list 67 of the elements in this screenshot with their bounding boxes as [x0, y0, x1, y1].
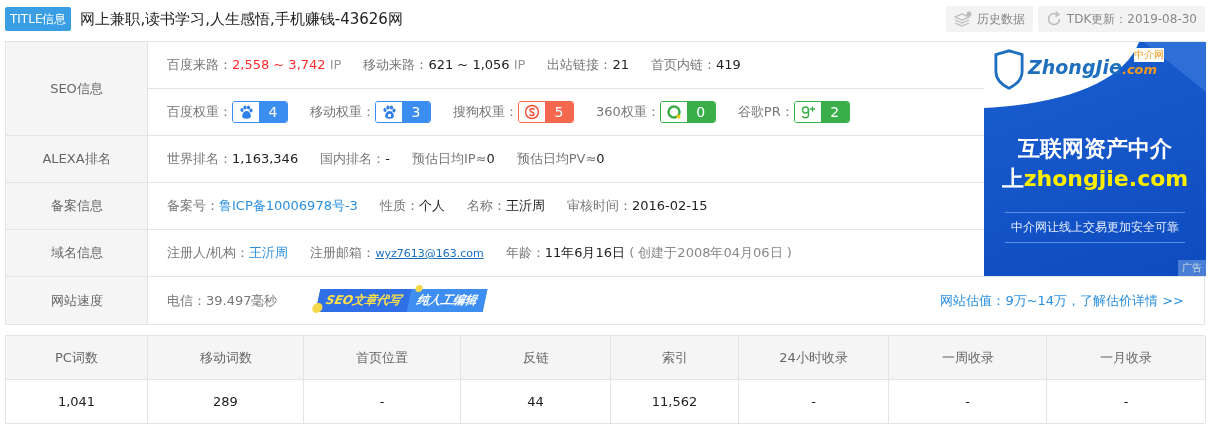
stat-label: 注册邮箱： [310, 244, 376, 262]
page-title: 网上兼职,读书学习,人生感悟,手机赚钱-43626网 [80, 9, 404, 29]
column-header: 首页位置 [304, 336, 461, 380]
table-cell: 44 [461, 380, 611, 423]
column-header: 索引 [611, 336, 739, 380]
column-header: 反链 [461, 336, 611, 380]
title-badge: TITLE信息 [5, 7, 72, 31]
weight-label: 百度权重： [167, 103, 232, 121]
column-header: 24小时收录 [739, 336, 889, 380]
valuation-link[interactable]: 网站估值：9万~14万，了解估价详情 >> [940, 291, 1184, 310]
row-label: 网站速度 [6, 277, 148, 324]
weight-label: 360权重： [596, 103, 660, 121]
refresh-button[interactable]: TDK更新：2019-08-30 [1037, 6, 1205, 32]
history-button[interactable]: 历史数据 [945, 6, 1033, 32]
speed-reading: 电信：39.497毫秒 [167, 291, 278, 310]
weight-badge: 0 [659, 101, 716, 123]
row-label: ALEXA排名 [6, 136, 148, 183]
stat-text: 审核时间：2016-02-15 [566, 197, 708, 215]
table-cell: 1,041 [6, 380, 148, 423]
stat-label: 备案号： [167, 197, 219, 215]
weight-label: 移动权重： [310, 103, 375, 121]
table-cell: 289 [148, 380, 304, 423]
ad-tag: 广告 [1178, 260, 1206, 276]
weight-label: 谷歌PR： [737, 103, 794, 121]
weight-badge: 4 [232, 101, 288, 123]
table-cell: - [304, 380, 461, 423]
g-plus-icon [799, 104, 816, 120]
column-header: PC词数 [6, 336, 148, 380]
stat-text: 世界排名：1,163,346 [167, 150, 299, 168]
weight-badge: 5 [518, 101, 574, 123]
stat-label: 注册人/机构： [167, 244, 250, 262]
table-cell: - [739, 380, 889, 423]
table-cell: - [1047, 380, 1206, 423]
column-header: 移动词数 [148, 336, 304, 380]
stat-text: 百度来路：2,558 ~ 3,742 IP [167, 56, 342, 74]
table-cell: 11,562 [611, 380, 739, 423]
weight-badge: 3 [375, 101, 431, 123]
stat-text: 年龄：11年6月16日 ( 创建于2008年04月06日 ) [505, 244, 792, 262]
column-header: 一月收录 [1047, 336, 1206, 380]
paw-icon [381, 104, 397, 120]
stat-text: 出站链接：21 [547, 56, 629, 74]
ring-icon [665, 104, 682, 120]
stat-text: 名称：王沂周 [466, 197, 545, 215]
paw-icon [238, 104, 254, 120]
weight-label: 搜狗权重： [453, 103, 518, 121]
email-link[interactable]: wyz7613@163.com [375, 247, 484, 260]
weight-badge: 2 [793, 101, 850, 123]
table-cell: - [889, 380, 1047, 423]
value-link[interactable]: 王沂周 [249, 244, 289, 262]
row-label: 备案信息 [6, 183, 148, 230]
stat-text: 首页内链：419 [651, 56, 741, 74]
ad-headline: 互联网资产中介 [1018, 135, 1172, 163]
refresh-icon [1045, 11, 1062, 27]
row-label: SEO信息 [6, 42, 148, 136]
stat-text: 移动来路：621 ~ 1,056 IP [363, 56, 526, 74]
value-link[interactable]: 鲁ICP备10006978号-3 [219, 197, 358, 215]
stat-text: 预估日均IP≈0 [411, 150, 495, 168]
layers-icon [953, 11, 972, 27]
stat-text: 国内排名：- [320, 150, 390, 168]
stat-text: 性质：个人 [379, 197, 445, 215]
ad-domain-line: 上zhongjie.com [1001, 165, 1189, 193]
stat-text: 预估日均PV≈0 [516, 150, 605, 168]
column-header: 一周收录 [889, 336, 1047, 380]
row-label: 域名信息 [6, 230, 148, 277]
s-circle-icon [524, 104, 540, 120]
ad-tagline: 中介网让线上交易更加安全可靠 [1005, 212, 1185, 243]
shield-icon [994, 49, 1024, 91]
